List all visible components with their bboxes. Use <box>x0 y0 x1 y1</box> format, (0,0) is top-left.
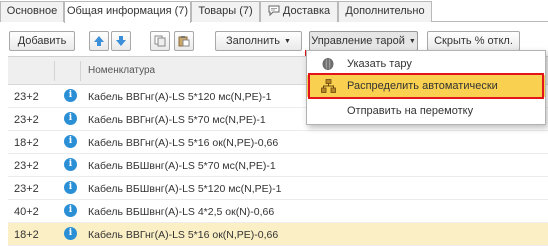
row-name: Кабель ВВГнг(А)-LS 5*70 мс(N,PE)-1 <box>88 114 266 126</box>
move-up-button[interactable] <box>89 31 109 51</box>
chevron-down-icon: ▼ <box>408 38 416 45</box>
tab-additional[interactable]: Дополнительно <box>338 1 432 22</box>
menu-item-send-rewind[interactable]: Отправить на перемотку <box>307 100 545 122</box>
row-qty: 40+2 <box>14 206 39 218</box>
menu-item-label: Отправить на перемотку <box>347 105 474 117</box>
tab-additional-label: Дополнительно <box>345 5 425 17</box>
row-qty: 23+2 <box>14 114 39 126</box>
fill-button-label: Заполнить <box>226 35 281 47</box>
add-button[interactable]: Добавить <box>9 31 75 51</box>
tare-management-label: Управление тарой <box>311 35 405 47</box>
arrow-down-icon <box>116 36 126 46</box>
info-icon[interactable]: i <box>64 227 77 240</box>
paste-button[interactable] <box>174 31 194 51</box>
distribute-highlight-frame <box>308 73 544 99</box>
tare-icon <box>322 58 334 70</box>
tab-main[interactable]: Основное <box>0 1 64 22</box>
hide-deviation-button[interactable]: Скрыть % откл. <box>427 31 520 51</box>
tare-management-menu: Указать тару Распределить автоматически … <box>306 50 546 125</box>
tab-goods-label: Товары (7) <box>198 5 253 17</box>
column-separator <box>54 61 55 81</box>
table-row-selected[interactable]: 18+2 i Кабель ВВГнг(А)-LS 5*16 ок(N,PE)-… <box>8 223 548 246</box>
info-icon[interactable]: i <box>64 89 77 102</box>
table-row[interactable]: 23+2 i Кабель ВБШвнг(А)-LS 5*120 мс(N,PE… <box>8 177 548 200</box>
table-row[interactable]: 40+2 i Кабель ВБШвнг(А)-LS 4*2,5 ок(N)-0… <box>8 200 548 223</box>
add-button-label: Добавить <box>17 35 67 47</box>
chat-icon <box>268 5 280 16</box>
info-icon[interactable]: i <box>64 135 77 148</box>
row-name: Кабель ВВГнг(А)-LS 5*120 мс(N,PE)-1 <box>88 91 272 103</box>
info-icon[interactable]: i <box>64 181 77 194</box>
menu-item-specify-tare[interactable]: Указать тару <box>307 53 545 75</box>
fill-button[interactable]: Заполнить ▼ <box>215 31 302 51</box>
copy-icon <box>154 35 166 47</box>
tab-main-label: Основное <box>6 5 58 17</box>
arrow-up-icon <box>94 36 104 46</box>
row-name: Кабель ВВГнг(А)-LS 5*16 ок(N,PE)-0,66 <box>88 229 279 241</box>
column-separator <box>80 61 81 81</box>
tab-general-info[interactable]: Общая информация (7) <box>64 1 191 23</box>
row-qty: 23+2 <box>14 183 39 195</box>
table-row[interactable]: 18+2 i Кабель ВВГнг(А)-LS 5*16 ок(N,PE)-… <box>8 131 548 154</box>
tab-general-info-label: Общая информация (7) <box>66 5 189 17</box>
table-row[interactable]: 23+2 i Кабель ВБШвнг(А)-LS 5*70 мс(N,PE)… <box>8 154 548 177</box>
row-qty: 23+2 <box>14 91 39 103</box>
tab-delivery[interactable]: Доставка <box>260 1 338 22</box>
row-qty: 18+2 <box>14 229 39 241</box>
row-name: Кабель ВБШвнг(А)-LS 4*2,5 ок(N)-0,66 <box>88 206 275 218</box>
row-name: Кабель ВВГнг(А)-LS 5*16 ок(N,PE)-0,66 <box>88 137 279 149</box>
info-icon[interactable]: i <box>64 112 77 125</box>
column-nomenclature[interactable]: Номенклатура <box>88 65 155 76</box>
copy-button[interactable] <box>150 31 170 51</box>
paste-icon <box>178 36 190 47</box>
tab-bar: Основное Общая информация (7) Товары (7)… <box>0 0 548 23</box>
tare-management-button[interactable]: Управление тарой ▼ <box>309 31 418 51</box>
row-name: Кабель ВБШвнг(А)-LS 5*70 мс(N,PE)-1 <box>88 160 276 172</box>
tab-goods[interactable]: Товары (7) <box>191 1 260 22</box>
menu-item-label: Указать тару <box>347 58 412 70</box>
hide-deviation-label: Скрыть % откл. <box>434 35 513 47</box>
row-qty: 23+2 <box>14 160 39 172</box>
tab-delivery-label: Доставка <box>282 5 331 17</box>
info-icon[interactable]: i <box>64 204 77 217</box>
chevron-down-icon: ▼ <box>284 38 291 45</box>
info-icon[interactable]: i <box>64 158 77 171</box>
row-name: Кабель ВБШвнг(А)-LS 5*120 мс(N,PE)-1 <box>88 183 282 195</box>
row-qty: 18+2 <box>14 137 39 149</box>
move-down-button[interactable] <box>111 31 131 51</box>
